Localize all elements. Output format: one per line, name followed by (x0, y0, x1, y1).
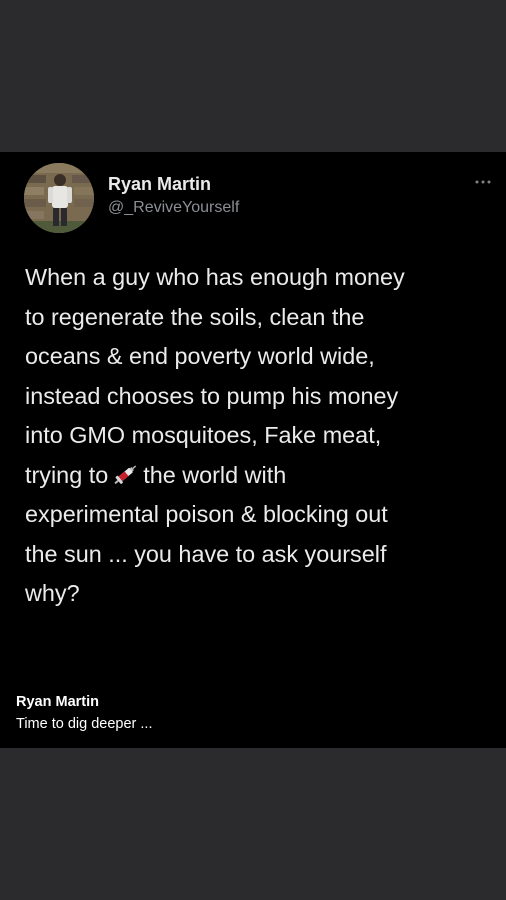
caption-text: Time to dig deeper ... (16, 716, 153, 732)
syringe-icon (110, 461, 140, 487)
tweet-line-part: the world with (143, 461, 287, 488)
ellipsis-icon[interactable] (472, 174, 494, 190)
tweet-line: to regenerate the soils, clean the (25, 303, 365, 330)
author-handle[interactable]: @_ReviveYourself (108, 199, 239, 217)
tweet-line-part: trying to (25, 461, 109, 488)
author-display-name[interactable]: Ryan Martin (108, 174, 211, 195)
tweet-line: the sun ... you have to ask yourself (25, 540, 387, 567)
tweet-line: instead chooses to pump his money (25, 382, 399, 409)
tweet-line: When a guy who has enough money (25, 264, 405, 290)
avatar[interactable] (24, 163, 94, 233)
tweet-line: into GMO mosquitoes, Fake meat, (25, 422, 382, 448)
tweet-line: oceans & end poverty world wide, (25, 343, 375, 369)
tweet-card: Ryan Martin @_ReviveYourself When a guy … (0, 152, 506, 748)
bottom-letterbox (0, 748, 506, 900)
tweet-body: When a guy who has enough money to regen… (25, 258, 485, 614)
tweet-line-with-emoji: trying to the world with (25, 456, 485, 496)
top-letterbox (0, 0, 506, 152)
profile-photo-icon (24, 163, 94, 233)
tweet-line: why? (25, 580, 80, 606)
tweet-line: experimental poison & blocking out (25, 501, 388, 527)
caption-author-name: Ryan Martin (16, 694, 99, 710)
